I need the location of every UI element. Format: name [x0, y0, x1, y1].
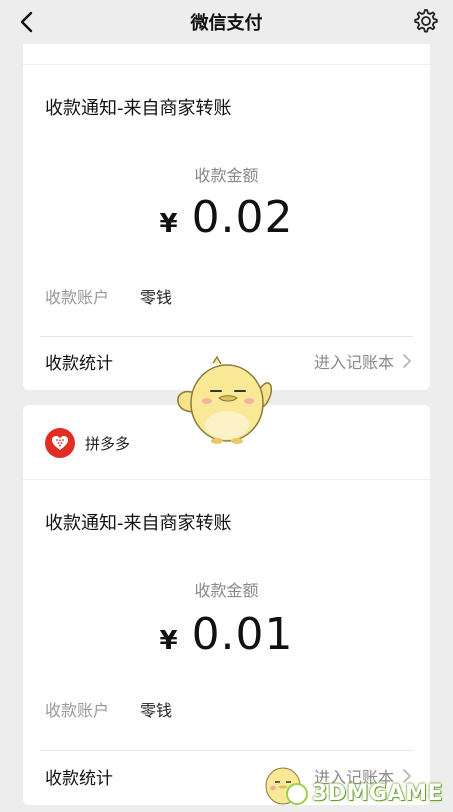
amount-label: 收款金额 — [194, 166, 259, 185]
account-row: 收款账户 零钱 — [45, 284, 172, 308]
pinduoduo-logo-icon — [45, 428, 75, 458]
nav-bar: 微信支付 — [0, 0, 453, 44]
currency-symbol: ¥ — [159, 209, 178, 239]
watermark-logo-icon — [286, 782, 309, 805]
account-label: 收款账户 — [45, 288, 110, 307]
payment-notice-card[interactable]: 收款通知-来自商家转账 收款金额 ¥ 0.02 收款账户 零钱 收款统计 进入记… — [23, 44, 430, 390]
divider — [40, 750, 413, 751]
amount-display: ¥ 0.02 — [23, 192, 430, 243]
watermark-text: 3DMGAME — [312, 781, 443, 806]
payment-notice-card[interactable]: 拼多多 收款通知-来自商家转账 收款金额 ¥ 0.01 收款账户 零钱 收款统计… — [23, 405, 430, 805]
amount-label: 收款金额 — [194, 581, 259, 600]
page-title: 微信支付 — [190, 13, 263, 34]
amount-display: ¥ 0.01 — [23, 609, 430, 660]
merchant-header[interactable]: 拼多多 — [45, 427, 130, 459]
settings-gear-icon[interactable] — [411, 6, 441, 36]
account-value: 零钱 — [140, 288, 173, 307]
account-label: 收款账户 — [45, 701, 110, 720]
ledger-link-text: 进入记账本 — [313, 353, 394, 372]
merchant-name: 拼多多 — [85, 434, 131, 453]
stats-label: 收款统计 — [45, 353, 113, 374]
account-row: 收款账户 零钱 — [45, 697, 172, 721]
notice-title: 收款通知-来自商家转账 — [45, 98, 232, 119]
divider — [23, 64, 430, 65]
notice-title: 收款通知-来自商家转账 — [45, 513, 232, 534]
chevron-right-icon — [403, 354, 411, 368]
back-arrow-icon[interactable] — [14, 8, 42, 36]
watermark: 3DMGAME — [286, 781, 443, 806]
divider — [23, 479, 430, 480]
amount-value: 0.01 — [191, 609, 294, 660]
stats-label: 收款统计 — [45, 768, 113, 789]
amount-value: 0.02 — [191, 192, 294, 243]
divider — [40, 336, 413, 337]
ledger-link[interactable]: 进入记账本 — [314, 349, 412, 373]
currency-symbol: ¥ — [159, 626, 178, 656]
account-value: 零钱 — [140, 701, 173, 720]
mascot-sticker-icon — [177, 355, 273, 444]
